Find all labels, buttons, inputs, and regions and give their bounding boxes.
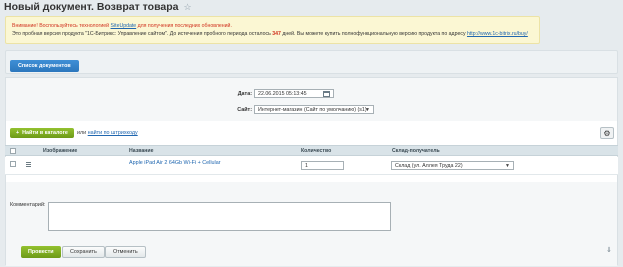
product-name-link[interactable]: Apple iPad Air 2 64Gb Wi-Fi + Cellular — [129, 160, 221, 166]
notice-trial-text: Это пробная версия продукта "1С-Битрикс:… — [12, 31, 273, 37]
warehouse-select[interactable]: Склад (ул. Аллея Труда 22) ▼ — [391, 161, 514, 170]
site-value: Интернет-магазин (Сайт по умолчанию) (s1… — [258, 106, 367, 113]
settings-button[interactable]: ⚙ — [600, 127, 614, 139]
submit-button[interactable]: Провести — [21, 246, 61, 258]
column-header-warehouse: Склад-получатель — [392, 148, 440, 154]
column-header-name: Название — [129, 148, 154, 154]
comment-label: Комментарий: — [10, 202, 46, 208]
notice-line-1: Внимание! Воспользуйтесь технологией Sit… — [12, 22, 533, 30]
row-checkbox[interactable] — [10, 161, 16, 167]
table-row: Apple iPad Air 2 64Gb Wi-Fi + Cellular 1… — [5, 157, 618, 175]
calendar-icon[interactable] — [323, 91, 330, 97]
find-in-catalog-label: Найти в каталоге — [22, 130, 68, 136]
chevron-down-icon: ▼ — [505, 163, 510, 169]
find-by-barcode-link[interactable]: найти по штрихкоду — [88, 130, 138, 136]
buy-link[interactable]: http://www.1c-bitrix.ru/buy/ — [467, 31, 528, 37]
page-title-text: Новый документ. Возврат товара — [4, 1, 179, 13]
star-icon[interactable]: ☆ — [184, 2, 192, 13]
plus-icon: + — [16, 130, 20, 136]
trial-notice: Внимание! Воспользуйтесь технологией Sit… — [5, 16, 540, 44]
date-input[interactable]: 22.06.2015 05:13:45 — [254, 89, 334, 98]
chevron-down-icon: ▼ — [365, 107, 370, 113]
or-label: или — [77, 130, 88, 136]
find-in-catalog-button[interactable]: + Найти в каталоге — [10, 128, 74, 138]
quantity-input[interactable]: 1 — [301, 161, 344, 170]
tabs-panel — [5, 50, 618, 74]
pin-icon[interactable]: ⇓ — [606, 246, 612, 254]
quantity-value: 1 — [305, 162, 308, 169]
barcode-search: или найти по штрихкоду — [77, 130, 138, 136]
column-header-image: Изображение — [43, 148, 78, 154]
comment-textarea[interactable] — [48, 202, 391, 231]
site-select[interactable]: Интернет-магазин (Сайт по умолчанию) (s1… — [254, 105, 374, 114]
site-label: Сайт: — [237, 107, 252, 113]
page-title: Новый документ. Возврат товара ☆ — [4, 0, 192, 14]
notice-warning-text: Внимание! Воспользуйтесь технологией — [12, 23, 111, 29]
date-value: 22.06.2015 05:13:45 — [258, 90, 307, 97]
table-header: Изображение Название Количество Склад-по… — [5, 145, 618, 156]
date-label: Дата: — [237, 91, 252, 97]
cancel-button[interactable]: Отменить — [105, 246, 146, 258]
warehouse-value: Склад (ул. Аллея Труда 22) — [395, 162, 463, 169]
documents-list-button[interactable]: Список документов — [10, 60, 79, 72]
select-all-checkbox[interactable] — [10, 148, 16, 154]
save-button[interactable]: Сохранить — [62, 246, 105, 258]
notice-days-left: 347 — [272, 31, 281, 37]
notice-line-2: Это пробная версия продукта "1С-Битрикс:… — [12, 30, 533, 38]
header-fields-area — [6, 78, 617, 121]
siteupdate-link[interactable]: SiteUpdate — [111, 23, 137, 29]
row-menu-icon[interactable] — [26, 162, 31, 167]
notice-trial-mid: дней. Вы можете купить полнофункциональн… — [280, 31, 467, 37]
gear-icon: ⚙ — [603, 128, 611, 138]
column-header-quantity: Количество — [301, 148, 332, 154]
notice-warning-rest: для получения последних обновлений. — [136, 23, 232, 29]
